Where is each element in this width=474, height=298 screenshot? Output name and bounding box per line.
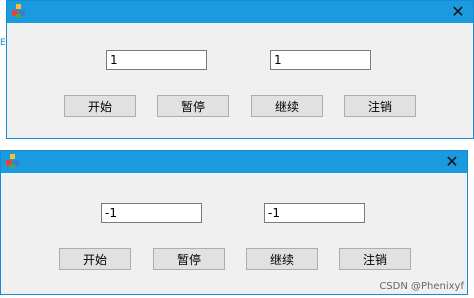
start-button[interactable]: 开始: [59, 248, 131, 270]
start-button[interactable]: 开始: [64, 95, 136, 117]
continue-button[interactable]: 继续: [246, 248, 318, 270]
app-window-bottom: ✕ 开始 暂停 继续 注销: [0, 150, 468, 295]
value-field-right[interactable]: [270, 50, 371, 70]
continue-button[interactable]: 继续: [251, 95, 323, 117]
close-button[interactable]: ✕: [443, 1, 473, 23]
watermark: CSDN @Phenixyf: [379, 281, 464, 292]
pause-button[interactable]: 暂停: [157, 95, 229, 117]
value-field-left[interactable]: [106, 50, 207, 70]
close-icon: ✕: [445, 152, 459, 171]
cancel-button[interactable]: 注销: [339, 248, 411, 270]
app-window-top: ✕ 开始 暂停 继续 注销: [6, 0, 474, 139]
title-bar: ✕: [1, 151, 467, 173]
close-icon: ✕: [451, 2, 465, 21]
cancel-button[interactable]: 注销: [344, 95, 416, 117]
title-bar: ✕: [7, 1, 473, 23]
value-field-left[interactable]: [101, 203, 202, 223]
close-button[interactable]: ✕: [437, 151, 467, 173]
value-field-right[interactable]: [264, 203, 365, 223]
app-icon: [6, 154, 19, 168]
pause-button[interactable]: 暂停: [153, 248, 225, 270]
app-icon: [12, 4, 25, 18]
